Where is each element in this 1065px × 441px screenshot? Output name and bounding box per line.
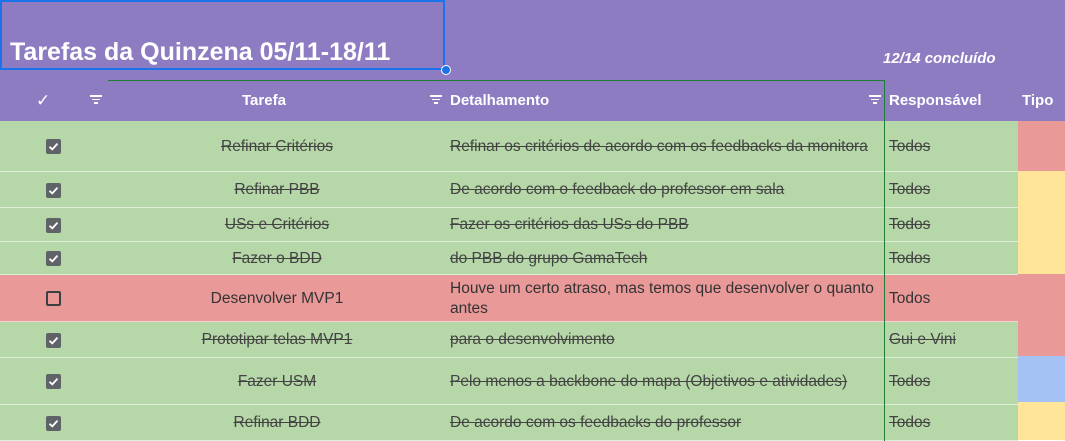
selection-border xyxy=(108,80,885,81)
check-column-header: ✓ xyxy=(36,91,51,110)
checkmark-icon xyxy=(48,254,59,263)
tarefa-column-header[interactable]: Tarefa xyxy=(242,80,286,121)
responsavel-column-header[interactable]: Responsável xyxy=(889,80,982,121)
task-owner-cell[interactable]: Todos xyxy=(889,121,1017,172)
task-detail-cell[interactable]: De acordo com o feedback do professor em… xyxy=(450,172,878,208)
tipo-column-header[interactable]: Tipo xyxy=(1022,80,1053,121)
filter-icon[interactable] xyxy=(430,95,442,105)
task-owner-cell[interactable]: Gui e Vini xyxy=(889,322,1017,358)
task-name-cell[interactable]: Fazer USM xyxy=(108,358,446,405)
task-owner-cell[interactable]: Todos xyxy=(889,242,1017,275)
table-row: Desenvolver MVP1 Houve um certo atraso, m… xyxy=(0,275,1018,322)
task-name-cell[interactable]: Desenvolver MVP1 xyxy=(108,275,446,322)
filter-icon[interactable] xyxy=(869,95,881,105)
table-row: Refinar PBB De acordo com o feedback do p… xyxy=(0,172,1018,208)
task-name-cell[interactable]: Prototipar telas MVP1 xyxy=(108,322,446,358)
task-owner-cell[interactable]: Todos xyxy=(889,358,1017,405)
task-checkbox[interactable] xyxy=(46,183,61,198)
task-detail-cell[interactable]: para o desenvolvimento xyxy=(450,322,878,358)
task-detail-cell[interactable]: do PBB do grupo GamaTech xyxy=(450,242,878,275)
table-row: Fazer o BDD do PBB do grupo GamaTech Todos xyxy=(0,242,1018,275)
task-detail-cell[interactable]: Houve um certo atraso, mas temos que des… xyxy=(450,275,878,322)
task-name-cell[interactable]: USs e Critérios xyxy=(108,208,446,242)
tipo-color-cell[interactable] xyxy=(1018,402,1065,440)
tipo-color-cell[interactable] xyxy=(1018,171,1065,274)
task-detail-cell[interactable]: De acordo com os feedbacks do professor xyxy=(450,405,878,441)
detalhamento-column-header[interactable]: Detalhamento xyxy=(450,80,549,121)
table-row: Fazer USM Pelo menos a backbone do mapa (… xyxy=(0,358,1018,405)
sheet-title[interactable]: Tarefas da Quinzena 05/11-18/11 xyxy=(10,38,390,67)
task-checkbox[interactable] xyxy=(46,291,61,306)
checkmark-icon xyxy=(48,221,59,230)
task-checkbox[interactable] xyxy=(46,416,61,431)
tipo-color-cell[interactable] xyxy=(1018,121,1065,171)
table-row: Prototipar telas MVP1 para o desenvolvime… xyxy=(0,322,1018,358)
task-detail-cell[interactable]: Pelo menos a backbone do mapa (Objetivos… xyxy=(450,358,878,405)
header-row: ✓ Tarefa Detalhamento Responsável Tipo xyxy=(0,80,1065,121)
task-checkbox[interactable] xyxy=(46,218,61,233)
selection-fill-handle[interactable] xyxy=(441,65,451,75)
task-name-cell[interactable]: Fazer o BDD xyxy=(108,242,446,275)
progress-summary: 12/14 concluído xyxy=(883,50,996,67)
table-row: Refinar Critérios Refinar os critérios de… xyxy=(0,121,1018,172)
checkmark-icon xyxy=(48,419,59,428)
tipo-color-cell[interactable] xyxy=(1018,356,1065,402)
task-owner-cell[interactable]: Todos xyxy=(889,405,1017,441)
task-detail-cell[interactable]: Fazer os critérios das USs do PBB xyxy=(450,208,878,242)
filter-icon[interactable] xyxy=(90,95,102,105)
task-checkbox[interactable] xyxy=(46,333,61,348)
task-checkbox[interactable] xyxy=(46,374,61,389)
task-owner-cell[interactable]: Todos xyxy=(889,208,1017,242)
table-row: Refinar BDD De acordo com os feedbacks do… xyxy=(0,405,1018,441)
task-checkbox[interactable] xyxy=(46,251,61,266)
tipo-color-cell[interactable] xyxy=(1018,274,1065,356)
task-name-cell[interactable]: Refinar PBB xyxy=(108,172,446,208)
table-row: USs e Critérios Fazer os critérios das US… xyxy=(0,208,1018,242)
checkmark-icon xyxy=(48,186,59,195)
task-name-cell[interactable]: Refinar Critérios xyxy=(108,121,446,172)
task-owner-cell[interactable]: Todos xyxy=(889,172,1017,208)
task-detail-cell[interactable]: Refinar os critérios de acordo com os fe… xyxy=(450,121,878,172)
task-name-cell[interactable]: Refinar BDD xyxy=(108,405,446,441)
task-checkbox[interactable] xyxy=(46,139,61,154)
checkmark-icon xyxy=(48,336,59,345)
checkmark-icon xyxy=(48,142,59,151)
checkmark-icon xyxy=(48,377,59,386)
task-owner-cell[interactable]: Todos xyxy=(889,275,1017,322)
selection-border xyxy=(884,80,885,441)
